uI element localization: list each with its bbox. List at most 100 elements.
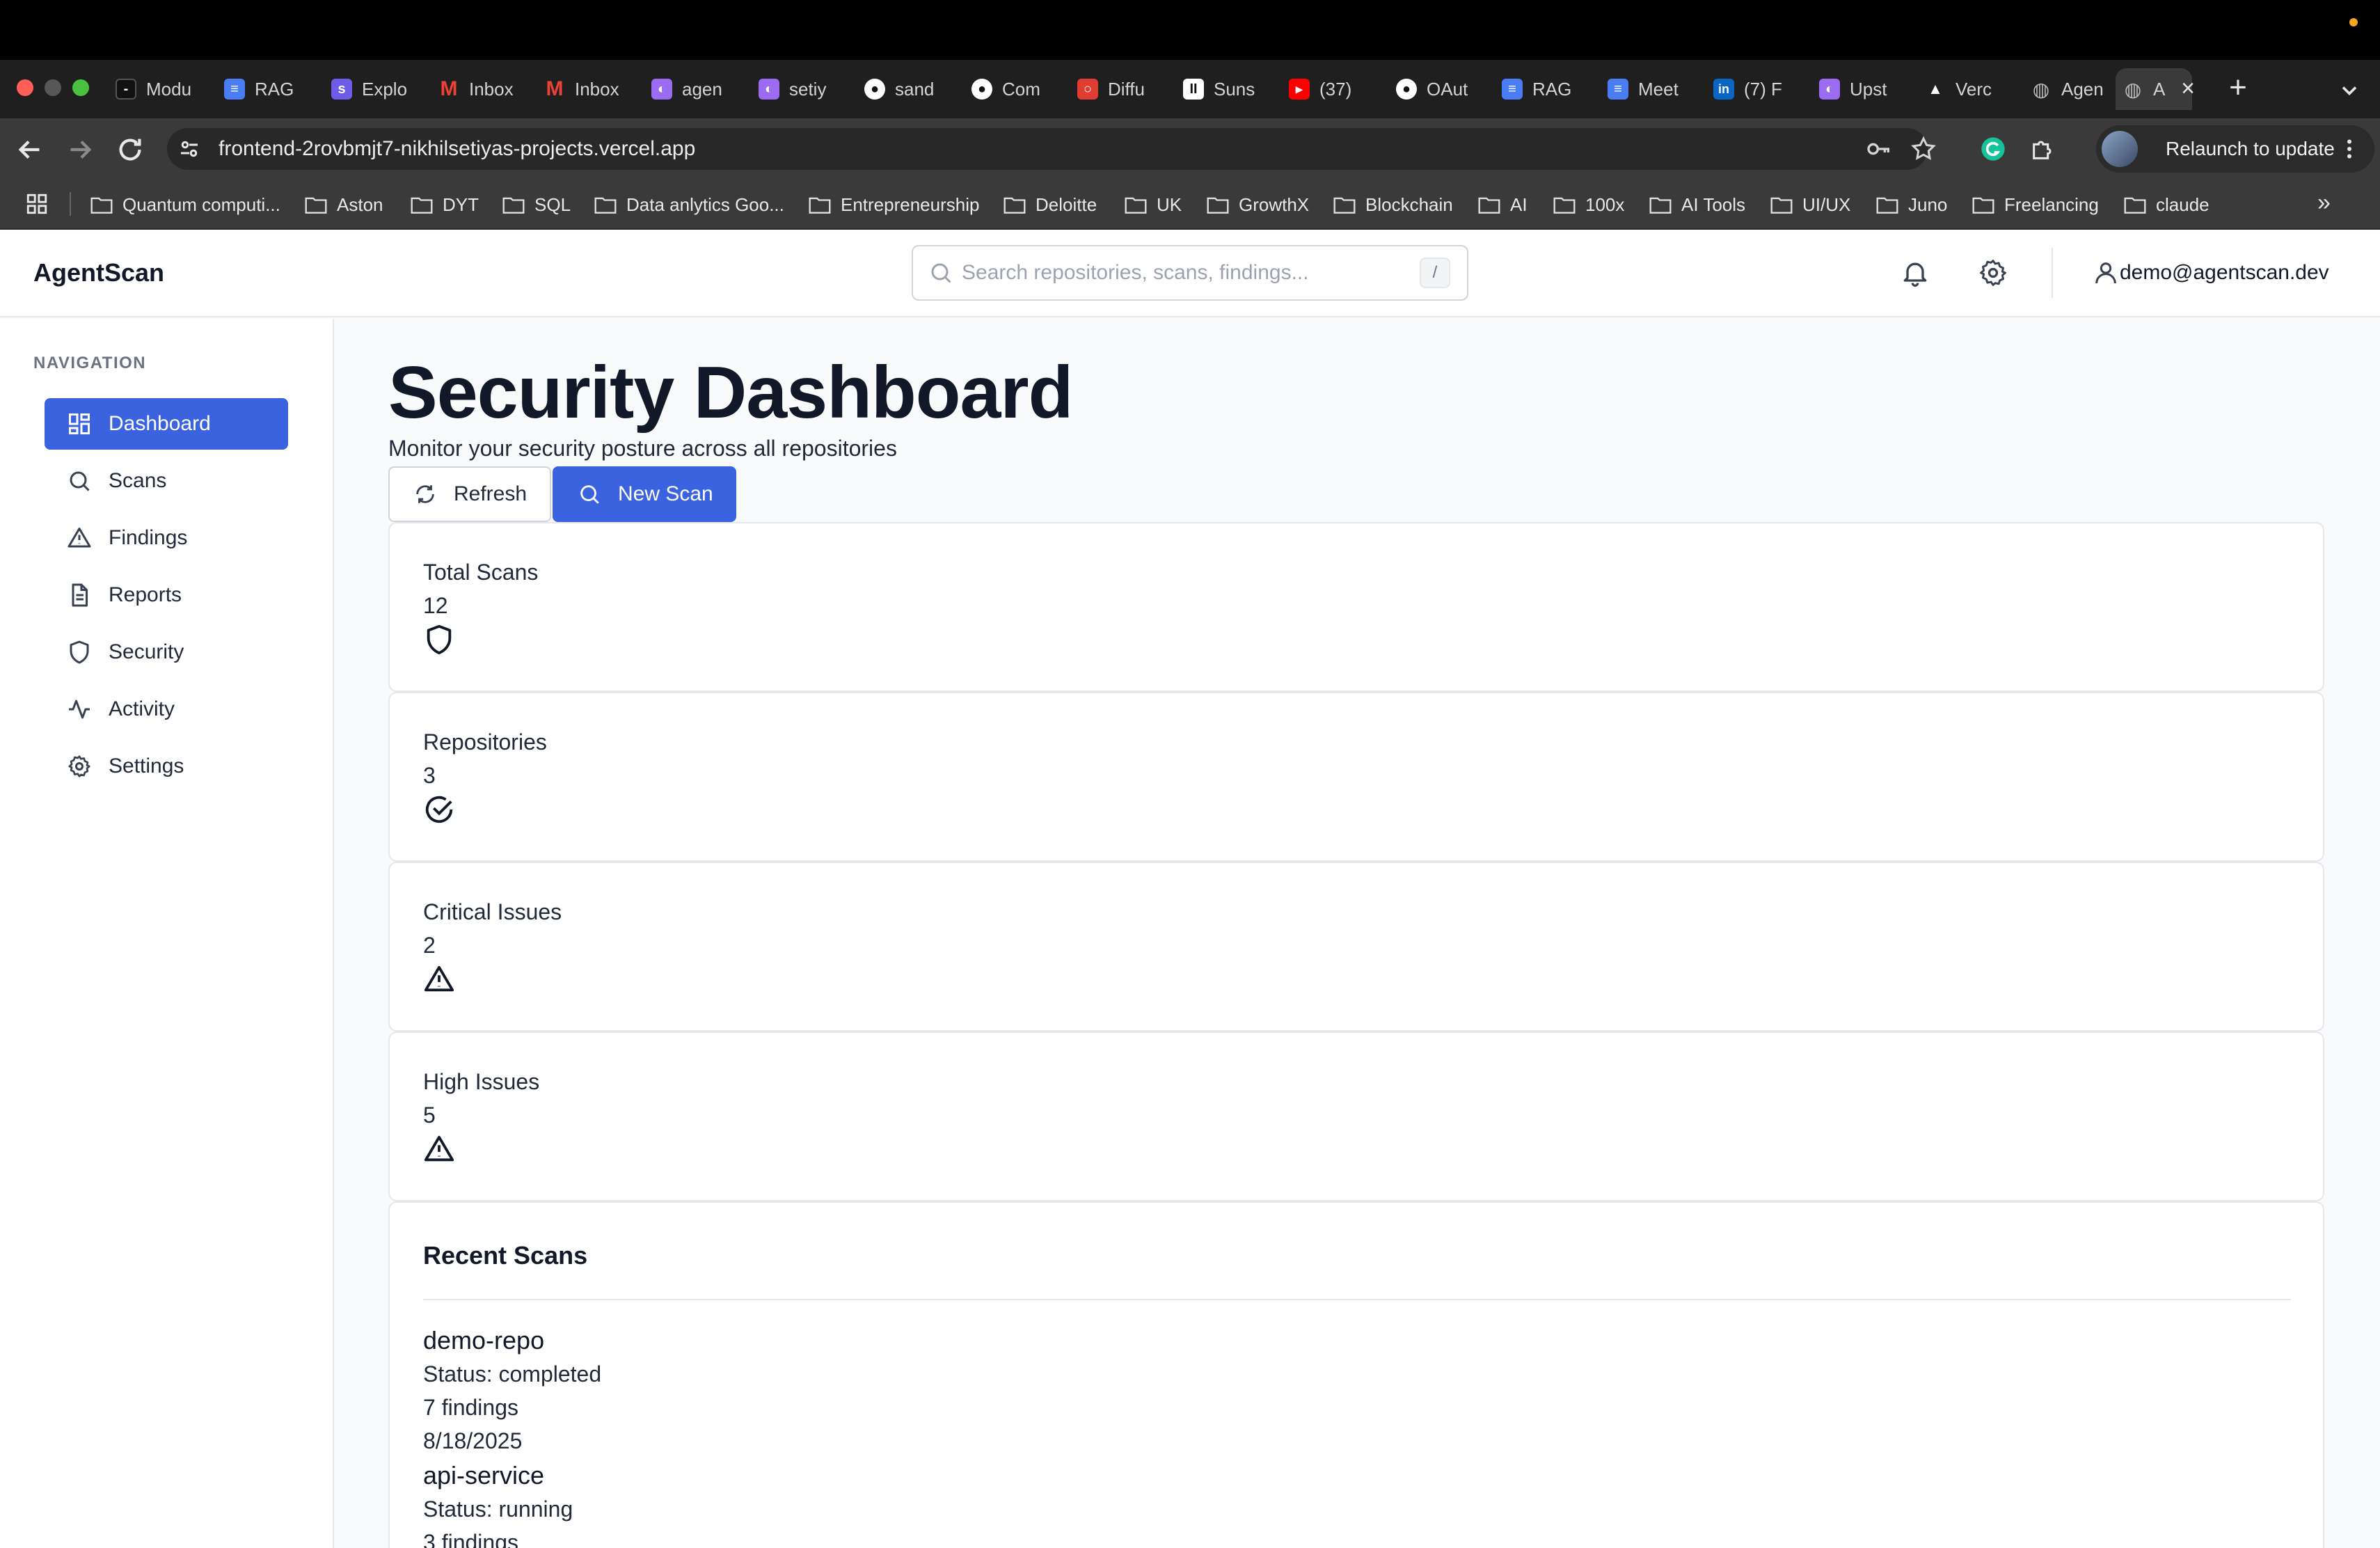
new-scan-button[interactable]: New Scan bbox=[553, 466, 736, 522]
file-text-icon bbox=[72, 583, 88, 607]
search-icon bbox=[70, 471, 90, 491]
bookmarks-overflow-button[interactable]: » bbox=[2317, 191, 2341, 216]
browser-tab[interactable]: ◐ setiy bbox=[752, 68, 853, 110]
linkedin-icon: in bbox=[1713, 79, 1734, 100]
app-icon: ○ bbox=[1077, 79, 1098, 100]
browser-tab[interactable]: ◍ Agen bbox=[2024, 68, 2125, 110]
bookmark-folder[interactable]: Juno bbox=[1876, 191, 1947, 219]
bookmark-folder[interactable]: Entrepreneurship bbox=[809, 191, 979, 219]
folder-icon bbox=[502, 197, 525, 214]
browser-tab[interactable]: - Modu bbox=[109, 68, 210, 110]
globe-icon: ◍ bbox=[2032, 78, 2050, 100]
google-docs-icon: ≡ bbox=[224, 79, 245, 100]
scan-repo-name[interactable]: demo-repo bbox=[423, 1325, 544, 1356]
browser-tab[interactable]: ≡ Meet bbox=[1601, 68, 1702, 110]
app-icon: II bbox=[1183, 79, 1204, 100]
browser-tab[interactable]: ○ Diffu bbox=[1070, 68, 1172, 110]
back-button[interactable] bbox=[14, 134, 46, 166]
browser-tab[interactable]: M Inbox bbox=[537, 68, 639, 110]
sidebar-item-activity[interactable]: Activity bbox=[45, 684, 288, 735]
avatar[interactable] bbox=[2102, 131, 2138, 167]
folder-icon bbox=[2124, 197, 2146, 214]
window-close-button[interactable] bbox=[17, 79, 33, 96]
extensions-button[interactable] bbox=[2029, 135, 2057, 163]
bookmark-folder[interactable]: AI bbox=[1478, 191, 1528, 219]
relaunch-label[interactable]: Relaunch to update bbox=[2166, 136, 2335, 161]
grammarly-icon bbox=[1981, 137, 2005, 161]
sidebar-item-settings[interactable]: Settings bbox=[45, 741, 288, 792]
notifications-button[interactable] bbox=[1900, 258, 1930, 288]
window-zoom-button[interactable] bbox=[72, 79, 89, 96]
bookmark-folder[interactable]: claude bbox=[2124, 191, 2210, 219]
bookmark-folder[interactable]: DYT bbox=[411, 191, 479, 219]
sidebar-item-scans[interactable]: Scans bbox=[45, 455, 288, 507]
key-icon bbox=[1867, 143, 1889, 155]
folder-icon bbox=[1125, 197, 1147, 214]
refresh-button[interactable]: Refresh bbox=[388, 466, 551, 522]
tab-search-button[interactable] bbox=[2337, 78, 2365, 103]
bookmark-folder[interactable]: UK bbox=[1125, 191, 1182, 219]
bookmark-folder[interactable]: UI/UX bbox=[1770, 191, 1850, 219]
browser-tab[interactable]: ◐ Upst bbox=[1812, 68, 1914, 110]
window-minimize-button[interactable] bbox=[45, 79, 61, 96]
vercel-icon: ▲ bbox=[1928, 80, 1943, 97]
password-key-button[interactable] bbox=[1865, 135, 1893, 163]
reload-button[interactable] bbox=[114, 134, 146, 166]
bookmark-folder[interactable]: GrowthX bbox=[1207, 191, 1309, 219]
search-input[interactable] bbox=[962, 252, 1407, 294]
alert-triangle-icon bbox=[68, 528, 91, 548]
browser-tab[interactable]: II Suns bbox=[1176, 68, 1278, 110]
sidebar-item-dashboard[interactable]: Dashboard bbox=[45, 398, 288, 450]
recent-scans-title: Recent Scans bbox=[423, 1241, 588, 1270]
browser-tab[interactable]: ▶ (37) bbox=[1282, 68, 1383, 110]
grammarly-extension[interactable] bbox=[1979, 135, 2007, 163]
tab-close-button[interactable]: × bbox=[2175, 77, 2200, 102]
app-icon: ◐ bbox=[759, 79, 779, 100]
activity-icon bbox=[69, 700, 90, 719]
arrow-right-icon bbox=[70, 141, 92, 159]
new-tab-button[interactable]: + bbox=[2224, 72, 2252, 103]
bookmark-folder[interactable]: Freelancing bbox=[1972, 191, 2099, 219]
bookmark-folder[interactable]: Data anlytics Goo... bbox=[594, 191, 784, 219]
scan-repo-name[interactable]: api-service bbox=[423, 1460, 544, 1491]
browser-tab[interactable]: ● sand bbox=[857, 68, 959, 110]
bookmark-folder[interactable]: Quantum computi... bbox=[90, 191, 280, 219]
puzzle-icon bbox=[2033, 141, 2052, 159]
browser-tab[interactable]: in (7) F bbox=[1706, 68, 1808, 110]
user-menu[interactable]: demo@agentscan.dev bbox=[2120, 258, 2329, 288]
bookmark-folder[interactable]: SQL bbox=[502, 191, 571, 219]
sidebar-item-security[interactable]: Security bbox=[45, 626, 288, 678]
bookmark-folder[interactable]: Deloitte bbox=[1003, 191, 1097, 219]
browser-tab[interactable]: s Explo bbox=[324, 68, 426, 110]
app-icon: ◐ bbox=[651, 79, 672, 100]
scan-date: 8/18/2025 bbox=[423, 1428, 523, 1453]
browser-tab[interactable]: ≡ RAG bbox=[1495, 68, 1596, 110]
apps-button[interactable] bbox=[25, 192, 49, 216]
url-text[interactable]: frontend-2rovbmjt7-nikhilsetiyas-project… bbox=[219, 136, 695, 161]
browser-tab[interactable]: ◐ agen bbox=[644, 68, 746, 110]
brand-logo[interactable]: AgentScan bbox=[33, 256, 164, 290]
browser-tab[interactable]: ▲ Verc bbox=[1918, 68, 2020, 110]
bookmark-folder[interactable]: 100x bbox=[1553, 191, 1624, 219]
google-docs-icon: ≡ bbox=[1608, 79, 1628, 100]
stat-value: 12 bbox=[423, 593, 448, 618]
dashboard-icon bbox=[69, 413, 90, 434]
browser-tab[interactable]: ≡ RAG bbox=[217, 68, 319, 110]
youtube-icon: ▶ bbox=[1289, 79, 1310, 100]
browser-menu-button[interactable] bbox=[2344, 136, 2355, 161]
folder-icon bbox=[1478, 197, 1500, 214]
sidebar-item-findings[interactable]: Findings bbox=[45, 512, 288, 564]
shield-icon bbox=[423, 624, 455, 656]
stat-card-high-issues bbox=[388, 1032, 2324, 1201]
forward-button[interactable] bbox=[64, 134, 96, 166]
settings-button[interactable] bbox=[1978, 258, 2008, 288]
site-info-button[interactable] bbox=[177, 136, 202, 161]
sidebar-item-reports[interactable]: Reports bbox=[45, 569, 288, 621]
bookmark-folder[interactable]: Aston bbox=[305, 191, 383, 219]
browser-tab[interactable]: M Inbox bbox=[431, 68, 533, 110]
bookmark-star-button[interactable] bbox=[1910, 135, 1937, 163]
browser-tab[interactable]: ● Com bbox=[965, 68, 1066, 110]
bookmark-folder[interactable]: Blockchain bbox=[1333, 191, 1453, 219]
browser-tab[interactable]: ● OAut bbox=[1389, 68, 1491, 110]
bookmark-folder[interactable]: AI Tools bbox=[1649, 191, 1745, 219]
